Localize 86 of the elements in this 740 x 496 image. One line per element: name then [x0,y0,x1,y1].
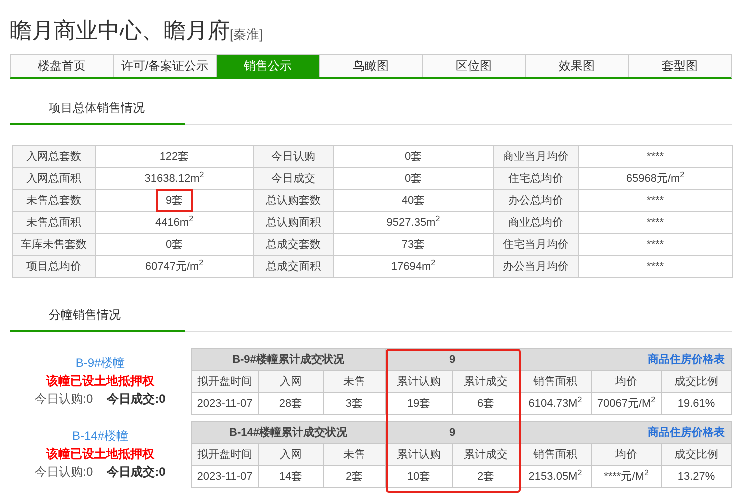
table-cell: 车库未售套数 [12,234,96,256]
table-cell: **** [578,234,732,256]
table-cell: 3套 [323,392,386,414]
table-cell: 项目总均价 [12,256,96,278]
column-header: 成交比例 [662,444,732,466]
page-title: 瞻月商业中心、瞻月府 [10,18,230,44]
table-cell: 今日成交 [254,168,334,190]
table-cell: 未售总面积 [12,212,96,234]
table-cell: 17694m$^{2}$ [334,256,494,278]
nav-tab[interactable]: 效果图 [526,55,629,77]
table-cell: **** [578,212,732,234]
column-header: 销售面积 [520,444,592,466]
today-closed: 今日成交:0 [107,392,166,406]
column-header: 累计认购 [386,444,452,466]
table-cell: 31638.12m$^{2}$ [96,168,254,190]
table-cell: 住宅当月均价 [494,234,578,256]
table-cell: 0套 [96,234,254,256]
column-header: 未售 [323,370,386,392]
table-cell: 办公总均价 [494,190,578,212]
table-cell: 入网总套数 [12,146,96,168]
table-cell: 2023-11-07 [192,466,258,488]
column-header: 成交比例 [662,370,732,392]
table-cell: 70067元/M$^{2}$ [592,392,662,414]
table-cell: 4416m$^{2}$ [96,212,254,234]
column-header: 入网 [258,370,324,392]
table-cell: 总认购面积 [254,212,334,234]
table-cell: 28套 [258,392,324,414]
column-header: 均价 [592,370,662,392]
column-header: 拟开盘时间 [192,444,258,466]
table-cell: 2153.05M$^{2}$ [520,466,592,488]
table-cell: 2023-11-07 [191,392,258,414]
table-cell: 19.61% [662,392,732,414]
table-cell: 0套 [334,146,494,168]
table-cell: 总成交套数 [254,234,334,256]
column-header: 均价 [592,444,662,466]
mortgage-notice: 该幢已设土地抵押权 [45,373,156,390]
table-cell: 73套 [334,234,494,256]
table-cell: 入网总面积 [12,168,96,190]
table-cell: 9套 [96,190,254,212]
table-cell: **** [578,146,732,168]
table-cell: 总认购套数 [254,190,334,212]
table-cell: 2套 [324,466,386,488]
column-header: 累计成交 [452,444,520,466]
column-header: 入网 [258,444,324,466]
table-cell: 6104.73M$^{2}$ [520,392,592,414]
table-cell: ****元/M$^{2}$ [592,466,662,488]
table-cell: 40套 [334,190,494,212]
table-cell: 商业当月均价 [494,146,578,168]
table-cell: 今日认购 [254,146,334,168]
table-cell: 122套 [96,146,254,168]
nav-tab[interactable]: 鸟瞰图 [320,55,423,77]
table-cell: 19套 [386,392,452,414]
nav-tab[interactable]: 销售公示 [217,55,320,77]
section-title: 分幢销售情况 [10,306,185,332]
column-header: 累计认购 [386,370,452,392]
table-cell: 0套 [334,168,494,190]
nav-tab[interactable]: 许可/备案证公示 [114,55,217,77]
nav-tab[interactable]: 楼盘首页 [11,55,114,77]
table-cell: **** [578,256,732,278]
nav-tab[interactable]: 套型图 [629,55,731,77]
table-cell: 65968元/m$^{2}$ [578,168,732,190]
table-cell: 9 [386,422,520,444]
table-cell: 办公当月均价 [494,256,578,278]
table-cell: 商业总均价 [494,212,578,234]
table-cell: 总成交面积 [254,256,334,278]
section-title: 项目总体销售情况 [10,99,185,125]
table-cell: 未售总套数 [12,190,96,212]
nav-tab[interactable]: 区位图 [423,55,526,77]
today-closed: 今日成交:0 [107,465,166,479]
today-subscribed: 今日认购:0 [35,392,94,406]
column-header: 拟开盘时间 [191,370,258,392]
table-cell: 14套 [258,466,324,488]
table-cell: **** [578,190,732,212]
table-cell: 13.27% [662,466,732,488]
district-label: [秦淮] [230,26,264,44]
table-cell: 住宅总均价 [494,168,578,190]
table-title: B-14#楼幢累计成交状况 [192,422,386,444]
column-header: 销售面积 [520,370,592,392]
column-header: 未售 [324,444,386,466]
mortgage-notice: 该幢已设土地抵押权 [45,446,156,463]
column-header: 累计成交 [452,370,520,392]
table-cell: 9527.35m$^{2}$ [334,212,494,234]
today-subscribed: 今日认购:0 [35,465,94,479]
table-cell: 60747元/m$^{2}$ [96,256,254,278]
table-title: B-9#楼幢累计成交状况 [191,348,386,370]
table-cell: 10套 [386,466,452,488]
